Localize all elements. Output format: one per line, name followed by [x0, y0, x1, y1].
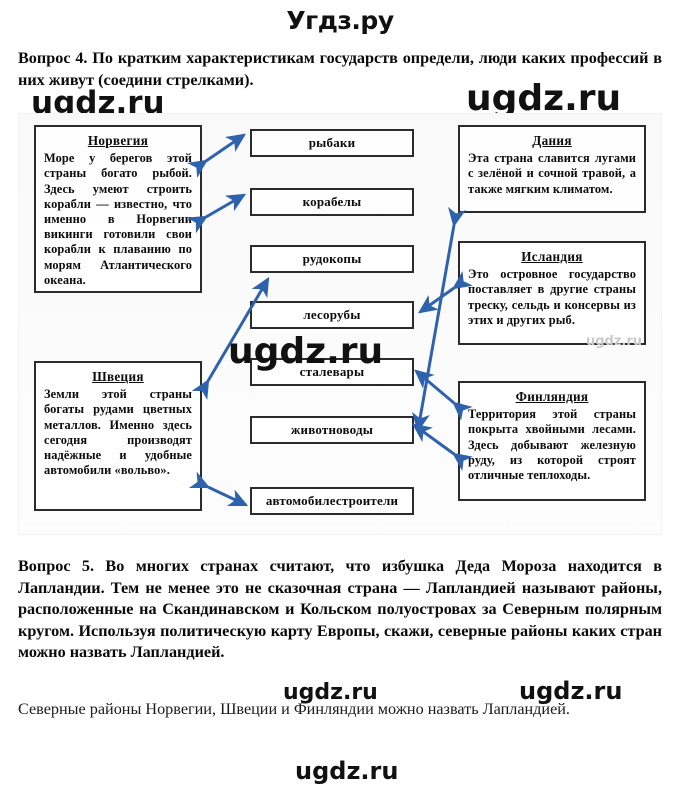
profession-box-rybaki[interactable]: рыбаки — [250, 129, 414, 157]
country-title-daniya: Дания — [532, 133, 572, 148]
country-body-daniya: Эта страна славится лугами с зелёной и с… — [468, 151, 636, 196]
country-body-islandiya: Это островное государство поставляет в д… — [468, 267, 636, 327]
profession-label-korabely: корабелы — [302, 194, 362, 209]
country-body-finlyandiya: Территория этой страны покрыта хвойными … — [468, 407, 636, 483]
country-body-shveciya: Земли этой страны богаты рудами цветных … — [44, 387, 192, 478]
country-box-finlyandiya[interactable]: Финляндия Территория этой страны покрыта… — [458, 381, 646, 501]
country-box-daniya[interactable]: Дания Эта страна славится лугами с зелён… — [458, 125, 646, 213]
arrow-daniya-zhivotnovody — [412, 206, 466, 433]
country-box-islandiya[interactable]: Исландия Это островное государство поста… — [458, 241, 646, 345]
profession-label-stalevary: сталевары — [299, 364, 365, 379]
profession-box-avtomobilestroiteli[interactable]: автомобилестроители — [250, 487, 414, 515]
question-5-answer: Северные районы Норвегии, Швеции и Финля… — [18, 700, 570, 718]
country-title-islandiya: Исландия — [521, 249, 583, 264]
profession-box-lesoruby[interactable]: лесорубы — [250, 301, 414, 329]
arrow-norvegiya-rybaki — [187, 133, 246, 178]
profession-label-rybaki: рыбаки — [308, 135, 356, 150]
country-box-shveciya[interactable]: Швеция Земли этой страны богаты рудами ц… — [34, 361, 202, 511]
profession-box-korabely[interactable]: корабелы — [250, 188, 414, 216]
arrow-islandiya-rybaki — [418, 270, 473, 314]
profession-box-rudokopy[interactable]: рудокопы — [250, 245, 414, 273]
professions-matching-diagram: Норвегия Море у берегов этой страны бога… — [18, 113, 662, 535]
arrow-finlyandiya-lesoruby — [414, 369, 473, 421]
arrow-finlyandiya-stalevary — [412, 423, 473, 472]
profession-box-stalevary[interactable]: сталевары — [250, 358, 414, 386]
profession-label-lesoruby: лесорубы — [303, 307, 361, 322]
profession-box-zhivotnovody[interactable]: животноводы — [250, 416, 414, 444]
site-title: Угдз.ру — [286, 6, 394, 35]
country-title-finlyandiya: Финляндия — [515, 389, 589, 404]
profession-label-rudokopy: рудокопы — [302, 251, 362, 266]
arrow-shveciya-avtomobilestroiteli — [188, 471, 249, 507]
country-body-norvegiya: Море у берегов этой страны богато рыбой.… — [44, 151, 192, 287]
profession-label-zhivotnovody: животноводы — [290, 422, 374, 437]
question-4-text: Вопрос 4. По кратким характеристикам гос… — [18, 49, 662, 89]
watermark-bottom: ugdz.ru — [295, 757, 399, 785]
country-title-shveciya: Швеция — [92, 369, 144, 384]
country-title-norvegiya: Норвегия — [87, 133, 149, 148]
question-5-text: Вопрос 5. Во многих странах считают, что… — [18, 557, 662, 661]
profession-label-avtomobilestroiteli: автомобилестроители — [265, 493, 399, 508]
country-box-norvegiya[interactable]: Норвегия Море у берегов этой страны бога… — [34, 125, 202, 293]
arrow-norvegiya-korabely — [186, 193, 247, 234]
